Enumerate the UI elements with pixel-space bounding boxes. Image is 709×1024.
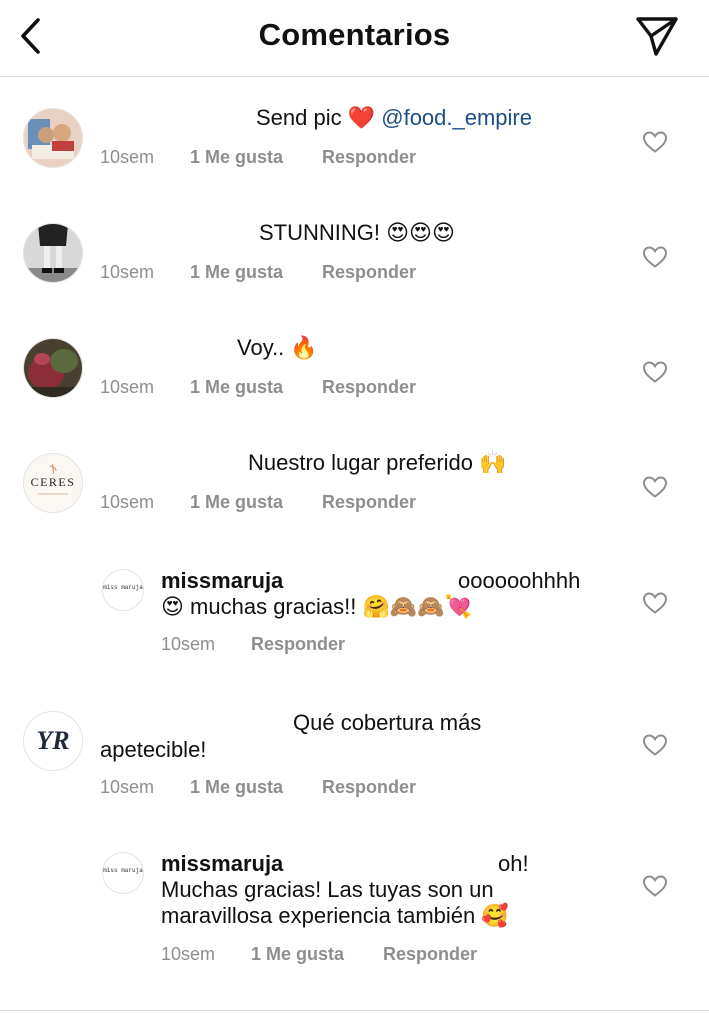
- comment-time: 10sem: [100, 377, 155, 397]
- comment-time: 10sem: [100, 262, 155, 282]
- heart-icon[interactable]: [642, 591, 668, 615]
- avatar[interactable]: miss maruja: [102, 852, 144, 894]
- comment-time: 10sem: [161, 944, 216, 964]
- comment-text-line: Qué cobertura más: [293, 710, 482, 735]
- heart-icon[interactable]: [642, 733, 668, 757]
- avatar[interactable]: [23, 108, 83, 168]
- header-bar: Comentarios: [0, 0, 709, 77]
- likes-count[interactable]: 1 Me gusta: [190, 147, 322, 168]
- heart-icon[interactable]: [642, 360, 668, 384]
- likes-count[interactable]: 1 Me gusta: [190, 492, 322, 513]
- avatar[interactable]: miss maruja: [102, 569, 144, 611]
- likes-count[interactable]: 1 Me gusta: [251, 944, 383, 965]
- comment-text-line: 😍 muchas gracias!! 🤗🙈🙈💘: [161, 594, 473, 619]
- reply-button[interactable]: Responder: [322, 147, 416, 168]
- avatar[interactable]: CERES: [23, 453, 83, 513]
- paper-plane-icon: [636, 17, 678, 56]
- comment-text: Nuestro lugar preferido 🙌: [248, 450, 507, 475]
- heart-icon[interactable]: [642, 475, 668, 499]
- comment-meta: 10sem 1 Me gusta Responder: [100, 147, 416, 168]
- heart-icon[interactable]: [642, 245, 668, 269]
- comment-meta: 10sem Responder: [161, 634, 345, 655]
- share-button[interactable]: [632, 12, 682, 60]
- avatar-label: CERES: [30, 475, 76, 489]
- heart-icon[interactable]: [642, 874, 668, 898]
- comment-meta: 10sem 1 Me gusta Responder: [100, 377, 416, 398]
- avatar[interactable]: [23, 223, 83, 283]
- likes-count[interactable]: 1 Me gusta: [190, 262, 322, 283]
- comment-text-line: maravillosa experiencia también 🥰: [161, 903, 509, 928]
- likes-count[interactable]: 1 Me gusta: [190, 377, 322, 398]
- comment-text: Send pic ❤️: [256, 105, 376, 130]
- likes-count[interactable]: 1 Me gusta: [190, 777, 322, 798]
- comment-meta: 10sem 1 Me gusta Responder: [161, 944, 477, 965]
- reply-button[interactable]: Responder: [322, 492, 416, 513]
- avatar[interactable]: [23, 338, 83, 398]
- divider: [0, 1010, 709, 1011]
- comment-meta: 10sem 1 Me gusta Responder: [100, 262, 416, 283]
- comment-meta: 10sem 1 Me gusta Responder: [100, 777, 416, 798]
- comment-time: 10sem: [100, 777, 155, 797]
- heart-icon[interactable]: [642, 130, 668, 154]
- comment-time: 10sem: [100, 147, 155, 167]
- comment-time: 10sem: [161, 634, 216, 654]
- avatar[interactable]: YR: [23, 711, 83, 771]
- avatar-label: miss maruja: [103, 867, 143, 874]
- comment-text-line: oh!: [498, 851, 529, 876]
- comment-meta: 10sem 1 Me gusta Responder: [100, 492, 416, 513]
- comment-text-line: oooooohhhh: [458, 568, 581, 593]
- reply-button[interactable]: Responder: [322, 262, 416, 283]
- comment-text: STUNNING! 😍😍😍: [259, 220, 455, 245]
- comment-time: 10sem: [100, 492, 155, 512]
- comment-text-line: apetecible!: [100, 737, 207, 762]
- avatar-label: YR: [36, 726, 70, 755]
- reply-button[interactable]: Responder: [322, 777, 416, 798]
- reply-button[interactable]: Responder: [322, 377, 416, 398]
- reply-button[interactable]: Responder: [251, 634, 345, 655]
- mention-link[interactable]: @food._empire: [381, 105, 532, 130]
- avatar-label: miss maruja: [103, 584, 143, 591]
- reply-button[interactable]: Responder: [383, 944, 477, 965]
- comment-text: Voy.. 🔥: [237, 335, 318, 360]
- comment-text-line: Muchas gracias! Las tuyas son un: [161, 877, 494, 902]
- page-title: Comentarios: [258, 17, 451, 52]
- comment-username[interactable]: missmaruja: [161, 568, 283, 593]
- comment-username[interactable]: missmaruja: [161, 851, 283, 876]
